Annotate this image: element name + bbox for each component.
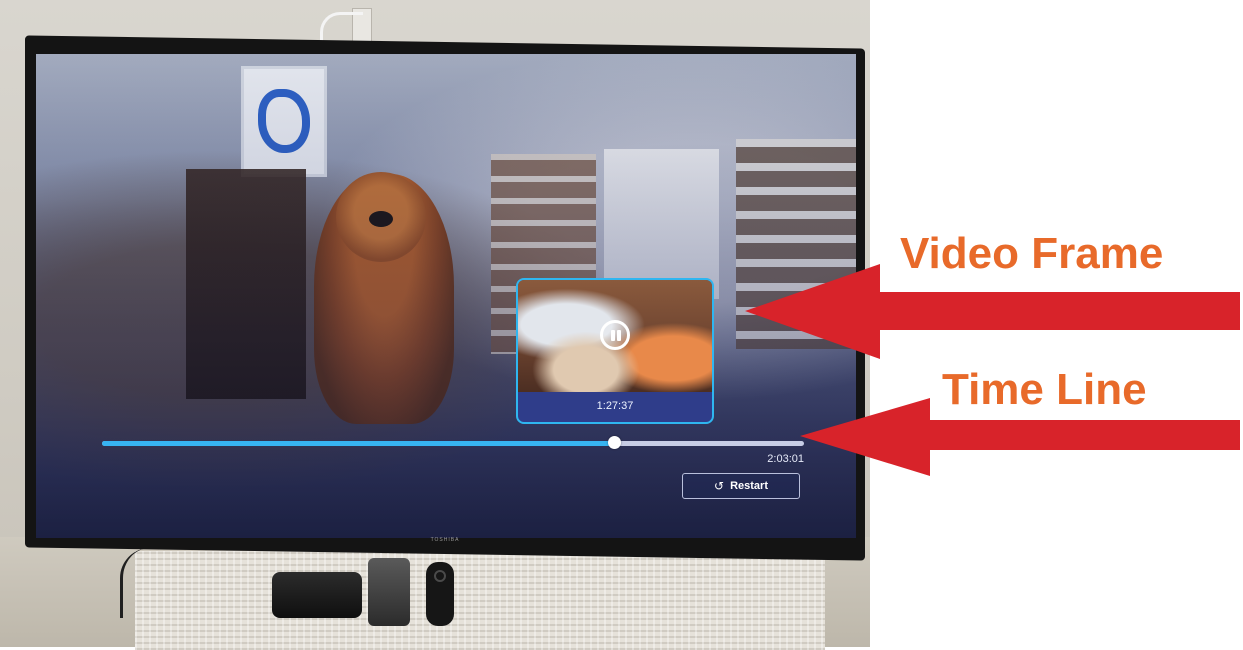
pause-icon[interactable]	[600, 320, 630, 350]
wicker-table	[135, 548, 825, 650]
restart-button[interactable]: ↺ Restart	[682, 473, 800, 499]
time-line-arrow	[800, 398, 1240, 476]
video-frame-preview[interactable]: 1:27:37	[516, 278, 714, 424]
remote-in-packaging	[368, 558, 410, 626]
streaming-box	[272, 572, 362, 618]
remote-control	[426, 562, 454, 626]
total-duration: 2:03:01	[767, 453, 804, 465]
restart-icon: ↺	[714, 479, 725, 493]
tv-screen: 1:27:37 2:03:01 ↺ Restart	[36, 54, 856, 538]
restart-label: Restart	[730, 480, 768, 492]
video-frame-arrow	[745, 264, 1240, 359]
hdmi-cable	[120, 548, 183, 618]
screen-overlay	[36, 54, 856, 538]
tv-brand-logo: TOSHIBA	[430, 537, 460, 543]
preview-timestamp: 1:27:37	[596, 400, 634, 412]
timeline-progress	[102, 441, 615, 446]
